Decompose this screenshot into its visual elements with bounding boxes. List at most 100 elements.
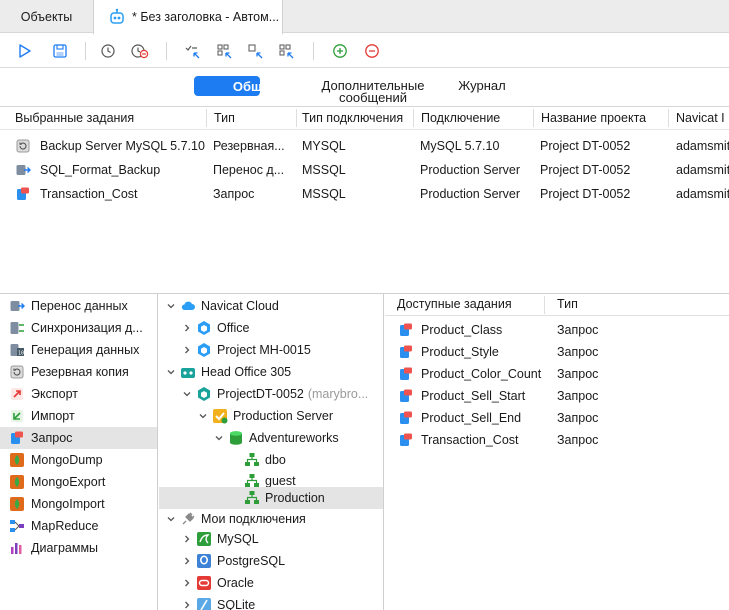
mysql-icon <box>197 532 211 546</box>
job-name: Product_Class <box>421 323 503 337</box>
column-divider[interactable] <box>296 109 297 127</box>
category-data-sync[interactable]: Синхронизация д... <box>0 317 157 339</box>
column-header[interactable]: Доступные задания <box>397 297 537 311</box>
sqlite-icon <box>197 598 211 610</box>
remove-from-selected-button[interactable] <box>245 40 267 62</box>
clock-remove-icon <box>131 44 149 59</box>
list-item[interactable]: Product_Style Запрос <box>385 341 729 363</box>
run-button[interactable] <box>14 40 36 62</box>
tree-node-postgresql[interactable]: PostgreSQL <box>159 550 383 572</box>
column-header[interactable]: Тип <box>557 297 637 311</box>
column-header[interactable]: Тип <box>214 111 294 125</box>
tree-node-label: Project MH-0015 <box>217 343 311 357</box>
tree-node-adventureworks[interactable]: Adventureworks <box>159 427 383 449</box>
navicat-id: adamsmit <box>676 139 729 153</box>
remove-button[interactable] <box>361 40 383 62</box>
tree-node-my-connections[interactable]: Мои подключения <box>159 508 383 530</box>
column-divider[interactable] <box>533 109 534 127</box>
table-row[interactable]: SQL_Format_Backup Перенос д... MSSQL Pro… <box>0 159 729 183</box>
export-icon <box>11 388 23 400</box>
remove-all-from-selected-button[interactable] <box>276 40 298 62</box>
category-mongoimport[interactable]: MongoImport <box>0 493 157 515</box>
delete-schedule-button[interactable] <box>129 40 151 62</box>
category-import[interactable]: Импорт <box>0 405 157 427</box>
category-label: Резервная копия <box>31 365 129 379</box>
chevron-right-icon[interactable] <box>181 599 193 610</box>
tree-node-production-server[interactable]: Production Server <box>159 405 383 427</box>
column-divider[interactable] <box>413 109 414 127</box>
project-name: Project DT-0052 <box>540 187 631 201</box>
tab-general[interactable]: Общ <box>194 76 260 96</box>
tree-node-project-mh[interactable]: Project MH-0015 <box>159 339 383 361</box>
deselect-item-icon <box>248 44 263 59</box>
tree-node-head-office[interactable]: Head Office 305 <box>159 361 383 383</box>
tab-bar: Объекты * Без заголовка - Автом... <box>0 0 729 34</box>
chevron-down-icon[interactable] <box>165 366 177 378</box>
move-to-selected-button[interactable] <box>182 40 204 62</box>
column-header[interactable]: Тип подключения <box>302 111 412 125</box>
list-item[interactable]: Product_Color_Count Запрос <box>385 363 729 385</box>
category-mongodump[interactable]: MongoDump <box>0 449 157 471</box>
tree-node-sqlite[interactable]: SQLite <box>159 594 383 610</box>
tab-advanced[interactable]: Дополнительные сообщений <box>312 79 434 104</box>
tree-node-navicat-cloud[interactable]: Navicat Cloud <box>159 295 383 317</box>
category-label: Генерация данных <box>31 343 140 357</box>
tab-objects[interactable]: Объекты <box>0 0 93 33</box>
sql-server-icon <box>213 409 228 424</box>
view-switcher: Общ Дополнительные сообщений Журнал <box>0 69 729 105</box>
set-schedule-button[interactable] <box>97 40 119 62</box>
column-header[interactable]: Выбранные задания <box>15 111 203 125</box>
category-mapreduce[interactable]: MapReduce <box>0 515 157 537</box>
data-sync-icon <box>10 322 24 334</box>
category-backup[interactable]: Резервная копия <box>0 361 157 383</box>
chevron-down-icon[interactable] <box>213 432 225 444</box>
category-label: MongoExport <box>31 475 106 489</box>
list-item[interactable]: Product_Sell_Start Запрос <box>385 385 729 407</box>
tree-node-label: MySQL <box>217 532 259 546</box>
chevron-down-icon[interactable] <box>197 410 209 422</box>
list-item[interactable]: Transaction_Cost Запрос <box>385 429 729 451</box>
tree-node-project-dt[interactable]: ProjectDT-0052 (marybro... <box>159 383 383 405</box>
job-name: Transaction_Cost <box>421 433 519 447</box>
category-data-transfer[interactable]: Перенос данных <box>0 295 157 317</box>
column-header[interactable]: Название проекта <box>541 111 663 125</box>
tab-log[interactable]: Журнал <box>450 79 514 92</box>
chevron-right-icon[interactable] <box>181 533 193 545</box>
job-name: Product_Sell_End <box>421 411 522 425</box>
tree-node-production[interactable]: Production <box>159 487 383 509</box>
tree-node-office[interactable]: Office <box>159 317 383 339</box>
schema-icon <box>245 453 259 466</box>
tab-automation[interactable]: * Без заголовка - Автом... <box>93 0 283 34</box>
move-all-to-selected-button[interactable] <box>214 40 236 62</box>
add-button[interactable] <box>329 40 351 62</box>
chevron-right-icon[interactable] <box>181 577 193 589</box>
category-data-generation[interactable]: 101 Генерация данных <box>0 339 157 361</box>
toolbar-separator <box>85 42 86 60</box>
chevron-down-icon[interactable] <box>181 388 193 400</box>
chevron-down-icon[interactable] <box>165 300 177 312</box>
column-divider[interactable] <box>206 109 207 127</box>
category-charts[interactable]: Диаграммы <box>0 537 157 559</box>
column-header[interactable]: Navicat I <box>676 111 729 125</box>
column-divider[interactable] <box>668 109 669 127</box>
database-icon <box>230 431 242 445</box>
table-row[interactable]: Transaction_Cost Запрос MSSQL Production… <box>0 183 729 207</box>
column-divider[interactable] <box>544 296 545 314</box>
chevron-right-icon[interactable] <box>181 344 193 356</box>
tree-node-mysql[interactable]: MySQL <box>159 528 383 550</box>
tree-node-dbo[interactable]: dbo <box>159 449 383 471</box>
list-item[interactable]: Product_Sell_End Запрос <box>385 407 729 429</box>
chevron-down-icon[interactable] <box>165 513 177 525</box>
category-export[interactable]: Экспорт <box>0 383 157 405</box>
list-item[interactable]: Product_Class Запрос <box>385 319 729 341</box>
table-row[interactable]: Backup Server MySQL 5.7.10 Резервная... … <box>0 135 729 159</box>
tree-node-label: Production Server <box>233 409 334 423</box>
clock-icon <box>101 44 115 58</box>
chevron-right-icon[interactable] <box>181 555 193 567</box>
column-header[interactable]: Подключение <box>421 111 529 125</box>
category-query[interactable]: Запрос <box>0 427 157 449</box>
tree-node-oracle[interactable]: Oracle <box>159 572 383 594</box>
category-mongoexport[interactable]: MongoExport <box>0 471 157 493</box>
chevron-right-icon[interactable] <box>181 322 193 334</box>
save-button[interactable] <box>49 40 71 62</box>
